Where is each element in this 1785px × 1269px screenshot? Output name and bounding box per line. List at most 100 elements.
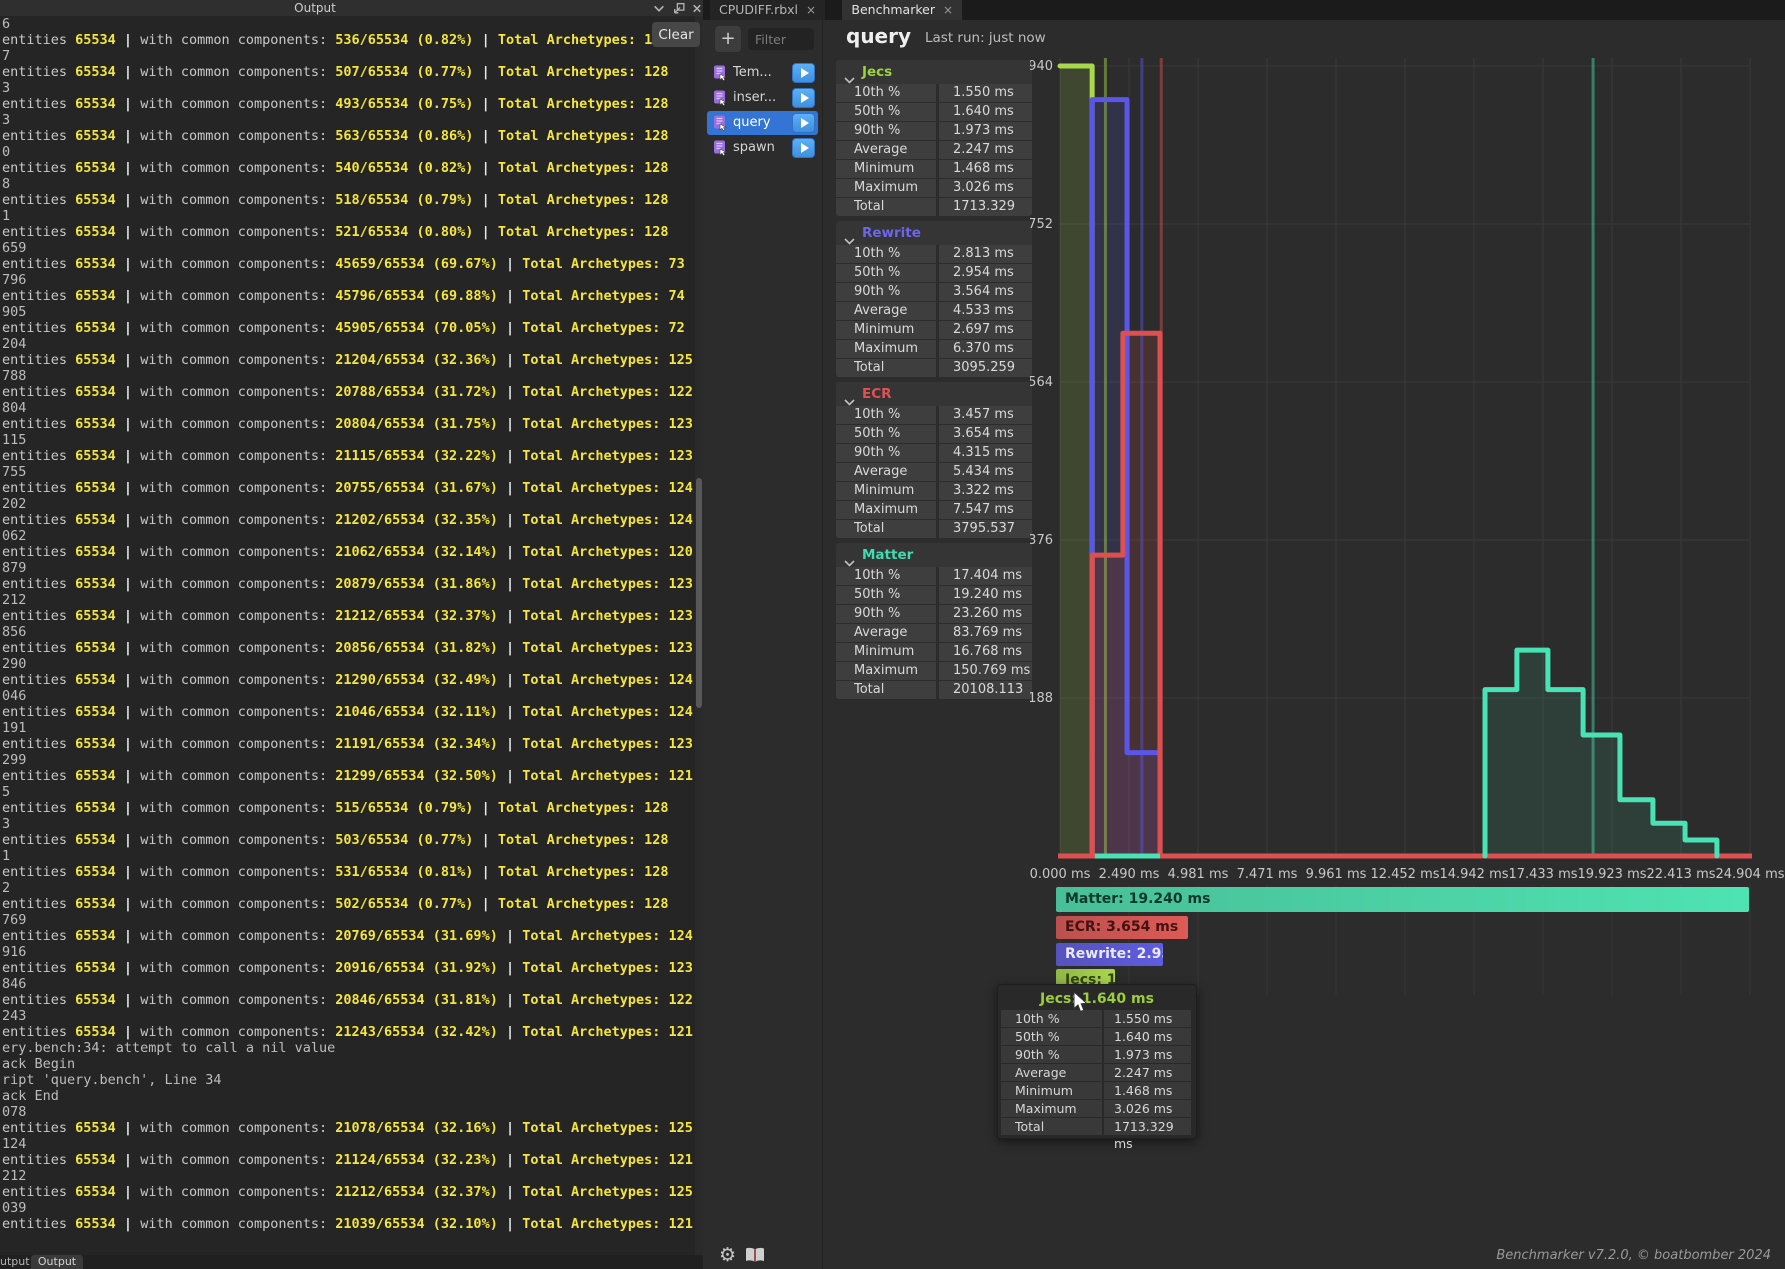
stat-label: Average	[836, 624, 936, 642]
console-line: entities 65534 | with common components:…	[2, 672, 694, 688]
histogram-chart[interactable]: 0.000 ms2.490 ms4.981 ms7.471 ms9.961 ms…	[1030, 40, 1785, 1015]
console-line: entities 65534 | with common components:…	[2, 1120, 694, 1136]
stats-section-rewrite: Rewrite10th %2.813 ms50th %2.954 ms90th …	[836, 221, 1032, 377]
console-line: entities 65534 | with common components:…	[2, 192, 694, 208]
run-benchmark-button[interactable]	[792, 138, 815, 158]
console-line: entities 65534 | with common components:…	[2, 832, 694, 848]
console-line: entities 65534 | with common components:…	[2, 864, 694, 880]
section-name: Matter	[862, 547, 913, 563]
stat-label: Maximum	[836, 340, 936, 358]
legend-bar-matter[interactable]: Matter: 19.240 ms	[1056, 887, 1749, 912]
stat-value: 6.370 ms	[939, 340, 1032, 358]
stat-label: 90th %	[836, 122, 936, 140]
run-benchmark-button[interactable]	[792, 113, 815, 133]
stats-section-ecr: ECR10th %3.457 ms50th %3.654 ms90th %4.3…	[836, 382, 1032, 538]
section-header[interactable]: Jecs	[836, 60, 1032, 84]
x-axis-tick-label: 22.413 ms	[1646, 867, 1715, 882]
benchmark-title: query	[846, 24, 911, 48]
console-wrap-fragment: 202	[2, 496, 694, 512]
undock-icon[interactable]	[672, 2, 686, 15]
stat-value: 1.640 ms	[939, 103, 1032, 121]
stat-value: 3.026 ms	[939, 179, 1032, 197]
console-line: entities 65534 | with common components:…	[2, 1216, 694, 1232]
output-scrollbar[interactable]	[695, 16, 703, 1255]
clear-button[interactable]: Clear	[652, 22, 700, 47]
console-wrap-fragment: 204	[2, 336, 694, 352]
x-axis-tick-label: 0.000 ms	[1030, 867, 1091, 882]
legend-bar-ecr[interactable]: ECR: 3.654 ms	[1056, 916, 1188, 939]
stat-value: 150.769 ms	[939, 662, 1032, 680]
console-wrap-fragment: 046	[2, 688, 694, 704]
tooltip-stat-label: 50th %	[1001, 1028, 1102, 1045]
y-axis-tick-label: 940	[1030, 59, 1053, 74]
x-axis-tick-label: 9.961 ms	[1306, 867, 1367, 882]
console-wrap-fragment: 856	[2, 624, 694, 640]
tooltip-title: Jecs: 1.640 ms	[1001, 988, 1193, 1010]
tab-cpudiffrbxl[interactable]: CPUDIFF.rbxl×	[710, 0, 825, 20]
run-benchmark-button[interactable]	[792, 63, 815, 83]
stat-value: 1.468 ms	[939, 160, 1032, 178]
filter-input[interactable]	[748, 28, 814, 50]
stat-label: 90th %	[836, 444, 936, 462]
console-wrap-fragment: 0	[2, 144, 694, 160]
stat-label: Total	[836, 681, 936, 699]
section-header[interactable]: ECR	[836, 382, 1032, 406]
console-wrap-fragment: 804	[2, 400, 694, 416]
y-axis-tick-label: 376	[1030, 533, 1053, 548]
console-wrap-fragment: 1	[2, 208, 694, 224]
console-line: entities 65534 | with common components:…	[2, 896, 694, 912]
script-icon	[713, 140, 727, 160]
close-icon[interactable]	[690, 2, 703, 15]
console-line: entities 65534 | with common components:…	[2, 704, 694, 720]
tab-benchmarker[interactable]: Benchmarker×	[842, 0, 962, 20]
gear-icon[interactable]: ⚙	[719, 1244, 736, 1266]
console-wrap-fragment: 755	[2, 464, 694, 480]
stat-label: Total	[836, 359, 936, 377]
tooltip-stat-value: 3.026 ms	[1104, 1100, 1191, 1117]
chart-tooltip: Jecs: 1.640 ms 10th %1.550 ms50th %1.640…	[997, 984, 1197, 1139]
x-axis-tick-label: 4.981 ms	[1168, 867, 1229, 882]
stat-label: Minimum	[836, 160, 936, 178]
console-wrap-fragment: 078	[2, 1104, 694, 1120]
bottom-tab-bar: utput Output	[0, 1255, 703, 1269]
stat-label: 50th %	[836, 103, 936, 121]
run-benchmark-button[interactable]	[792, 88, 815, 108]
y-axis-tick-label: 564	[1030, 375, 1053, 390]
sidebar-item-Tem[interactable]: Tem...	[707, 61, 818, 85]
docs-book-icon[interactable]	[744, 1246, 766, 1264]
console-line: entities 65534 | with common components:…	[2, 928, 694, 944]
stat-label: 90th %	[836, 283, 936, 301]
console-line: entities 65534 | with common components:…	[2, 416, 694, 432]
stat-value: 3095.259 ms	[939, 359, 1032, 377]
stat-value: 2.247 ms	[939, 141, 1032, 159]
stat-value: 1.973 ms	[939, 122, 1032, 140]
stat-label: 90th %	[836, 605, 936, 623]
x-axis-tick-label: 17.433 ms	[1508, 867, 1577, 882]
console-wrap-fragment: 124	[2, 1136, 694, 1152]
scrollbar-thumb[interactable]	[696, 478, 702, 708]
benchmark-sidebar: + Tem...inser...query spawn ⚙	[703, 20, 823, 1269]
bottom-tab-output[interactable]: Output	[31, 1255, 83, 1269]
sidebar-item-query[interactable]: query	[707, 111, 818, 135]
legend-bar-rewrite[interactable]: Rewrite: 2.954…	[1056, 943, 1163, 966]
console-line: entities 65534 | with common components:…	[2, 544, 694, 560]
y-axis-tick-label: 752	[1030, 217, 1053, 232]
console-line: entities 65534 | with common components:…	[2, 384, 694, 400]
console-wrap-fragment: 879	[2, 560, 694, 576]
console-wrap-fragment: 788	[2, 368, 694, 384]
chevron-down-icon[interactable]	[652, 2, 666, 15]
section-header[interactable]: Rewrite	[836, 221, 1032, 245]
add-benchmark-button[interactable]: +	[715, 26, 741, 52]
bottom-tab-partial[interactable]: utput	[0, 1255, 30, 1269]
sidebar-item-spawn[interactable]: spawn	[707, 136, 818, 160]
sidebar-item-label: spawn	[733, 140, 775, 155]
sidebar-item-inser[interactable]: inser...	[707, 86, 818, 110]
output-panel: Output Clear 6entities 65534 | with comm…	[0, 0, 703, 1255]
console-wrap-fragment: 916	[2, 944, 694, 960]
document-tabbar: CPUDIFF.rbxl× Benchmarker×	[703, 0, 1785, 20]
tooltip-stat-value: 1.640 ms	[1104, 1028, 1191, 1045]
console-wrap-fragment: 3	[2, 112, 694, 128]
stat-label: Maximum	[836, 179, 936, 197]
stat-label: 50th %	[836, 586, 936, 604]
section-header[interactable]: Matter	[836, 543, 1032, 567]
